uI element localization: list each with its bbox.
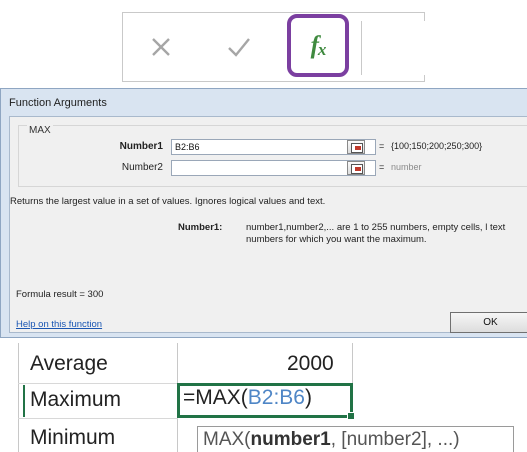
number1-input[interactable]: B2:B6 xyxy=(171,139,376,155)
number1-collapse-button[interactable] xyxy=(347,140,365,154)
formula-result-label: Formula result = xyxy=(16,289,85,300)
row-highlight-marker xyxy=(23,385,25,417)
gridline xyxy=(352,343,353,383)
formula-input[interactable] xyxy=(361,21,425,75)
cancel-x-icon xyxy=(152,38,170,56)
range-reference: B2:B6 xyxy=(247,386,305,409)
gridline xyxy=(18,418,178,419)
cell-label-minimum[interactable]: Minimum xyxy=(30,426,115,450)
ok-button[interactable]: OK xyxy=(450,312,527,333)
number2-result: number xyxy=(391,162,422,172)
arguments-group: MAX Number1 B2:B6 = {100;150;200;250;300… xyxy=(18,125,527,187)
number1-result: {100;150;200;250;300} xyxy=(391,141,483,151)
cell-label-maximum[interactable]: Maximum xyxy=(30,388,121,412)
gridline xyxy=(18,343,19,452)
tooltip-current-arg: number1 xyxy=(250,429,331,450)
number2-label: Number2 xyxy=(121,162,163,173)
formula-bar: fx xyxy=(122,12,425,82)
function-description: Returns the largest value in a set of va… xyxy=(10,196,326,207)
formula-result: Formula result = 300 xyxy=(16,289,103,300)
cell-label-average[interactable]: Average xyxy=(30,352,108,376)
cell-formula-edit[interactable]: =MAX(B2:B6) xyxy=(183,386,312,410)
number2-equals: = xyxy=(379,162,385,172)
function-arguments-dialog: Function Arguments MAX Number1 B2:B6 = {… xyxy=(0,88,527,338)
cell-value-average[interactable]: 2000 xyxy=(287,352,334,376)
number1-label: Number1 xyxy=(119,141,163,152)
cancel-button[interactable] xyxy=(141,27,181,67)
arg-help-label: Number1: xyxy=(178,222,223,233)
enter-check-icon xyxy=(228,38,250,57)
number2-collapse-button[interactable] xyxy=(347,161,365,175)
number1-equals: = xyxy=(379,141,385,151)
formula-result-value: 300 xyxy=(87,289,104,300)
insert-function-button[interactable]: fx xyxy=(287,14,349,77)
dialog-body: MAX Number1 B2:B6 = {100;150;200;250;300… xyxy=(9,116,527,333)
worksheet: Average 2000 Maximum =MAX(B2:B6) Minimum… xyxy=(0,343,527,452)
function-syntax-tooltip[interactable]: MAX(number1, [number2], ...) xyxy=(197,426,514,452)
help-on-function-link[interactable]: Help on this function xyxy=(16,319,102,330)
number2-input[interactable] xyxy=(171,160,376,176)
dialog-title: Function Arguments xyxy=(9,97,107,109)
arg-help-text: number1,number2,... are 1 to 255 numbers… xyxy=(246,222,506,245)
insert-function-icon: fx xyxy=(310,31,327,59)
enter-button[interactable] xyxy=(219,27,259,67)
function-name-label: MAX xyxy=(27,125,53,136)
